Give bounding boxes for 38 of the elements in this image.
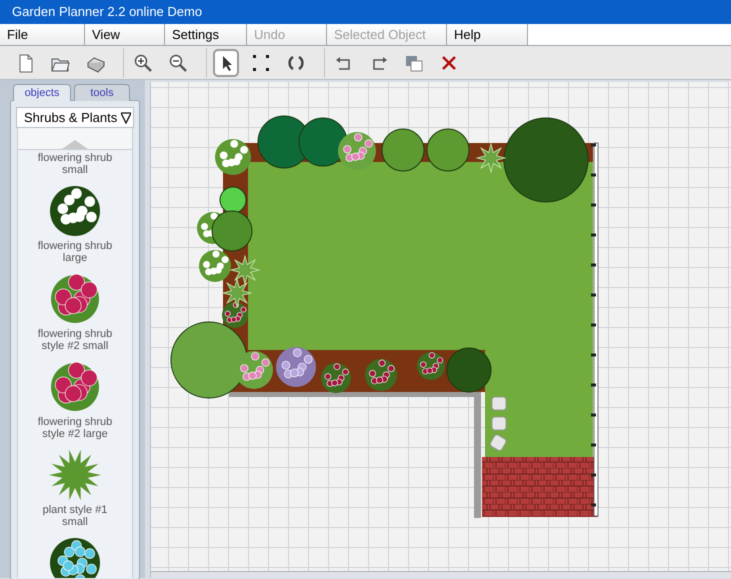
menu-item[interactable]: Help: [447, 24, 528, 45]
spiky-plant: [221, 277, 253, 309]
shrub: [298, 118, 348, 166]
rose-bush: [365, 359, 397, 391]
lavender: [276, 347, 316, 387]
shrub: [382, 128, 424, 172]
item-label: flowering shrub large: [38, 240, 112, 264]
shrub: [446, 348, 492, 392]
stepping-stone: [492, 416, 506, 430]
rose-bush: [222, 302, 248, 328]
item-label: flowering shrub style #2 large: [38, 416, 112, 440]
item-label: plant style #1 small: [42, 504, 108, 528]
menu-item[interactable]: View: [85, 24, 165, 45]
selection-icon: [251, 52, 271, 72]
up-arrow-icon: [62, 140, 88, 149]
item-label: flowering shrub small: [38, 152, 112, 176]
menu-item[interactable]: Settings: [165, 24, 247, 45]
flowering-shrub: [338, 132, 376, 170]
horizontal-scrollbar[interactable]: [151, 571, 731, 578]
flowering-shrub: [199, 250, 231, 282]
rose-bush: [417, 352, 445, 380]
spiky-plant: [229, 254, 261, 286]
window-title: Garden Planner 2.2 online Demo: [12, 3, 202, 22]
toolbar-button[interactable]: [213, 48, 239, 76]
category-label: Shrubs & Plants: [24, 108, 118, 127]
stepping-stone: [492, 396, 506, 410]
dropdown-triangle-icon: [121, 112, 132, 124]
zoom-in-icon: [133, 52, 153, 72]
rose-bush: [321, 363, 351, 393]
panel-tab[interactable]: tools: [74, 84, 130, 101]
menu-item[interactable]: File: [0, 24, 85, 45]
panel-tab[interactable]: objects: [13, 84, 71, 101]
shrub: [426, 128, 470, 172]
spiky-plant: [475, 142, 507, 174]
category-dropdown[interactable]: Shrubs & Plants: [16, 107, 134, 128]
item-label: flowering shrub style #2 small: [38, 328, 112, 352]
flowering-shrub: [215, 139, 251, 175]
zoom-out-icon: [168, 52, 188, 72]
